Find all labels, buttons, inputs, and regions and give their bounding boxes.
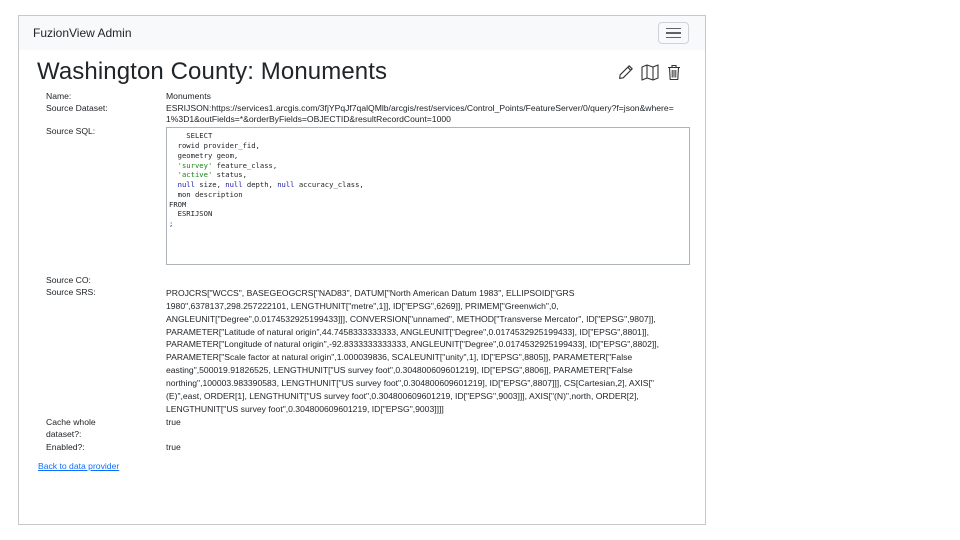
sql-string: 'survey': [177, 160, 213, 170]
field-name: Name: Monuments: [37, 91, 687, 103]
field-label: Enabled?:: [46, 442, 85, 453]
field-source-srs: Source SRS: PROJCRS["WCCS", BASEGEOGCRS[…: [37, 287, 687, 416]
title-row: Washington County: Monuments: [37, 56, 687, 88]
sql-line: geometry geom,: [169, 150, 239, 160]
field-value: [166, 275, 687, 287]
menu-line: [666, 32, 681, 34]
sql-code-editor[interactable]: SELECT rowid provider_fid, geometry geom…: [166, 127, 690, 266]
field-label: Source CO:: [46, 275, 91, 286]
detail-fields: Name: Monuments Source Dataset: ESRIJSON…: [37, 91, 690, 454]
sql-text: accuracy_class,: [294, 180, 364, 190]
menu-line: [666, 27, 681, 30]
admin-window: FuzionView Admin Washington County: Monu…: [18, 15, 706, 525]
sql-keyword: null: [225, 180, 243, 190]
action-icons: [617, 62, 687, 82]
sql-text: status,: [212, 170, 247, 180]
sql-line: ESRIJSON: [169, 209, 213, 219]
sql-line: mon description: [169, 189, 243, 199]
sql-keyword: null: [277, 180, 295, 190]
sql-text: feature_class,: [212, 160, 278, 170]
map-icon[interactable]: [641, 62, 659, 82]
field-source-sql: Source SQL: SELECT rowid provider_fid, g…: [37, 126, 690, 266]
sql-text: size,: [194, 180, 226, 190]
navbar-brand[interactable]: FuzionView Admin: [33, 26, 132, 40]
trash-icon[interactable]: [665, 62, 683, 82]
menu-line: [666, 36, 681, 39]
field-enabled: Enabled?: true: [37, 442, 687, 454]
field-label: Name:: [46, 91, 72, 101]
sql-keyword: null: [177, 180, 195, 190]
sql-container: SELECT rowid provider_fid, geometry geom…: [166, 126, 698, 266]
field-value: Monuments: [166, 91, 211, 101]
sql-line: ;: [169, 219, 174, 229]
field-source-dataset: Source Dataset: ESRIJSON:https://service…: [37, 103, 687, 126]
back-to-data-provider-link[interactable]: Back to data provider: [38, 461, 119, 471]
field-value: ESRIJSON:https://services1.arcgis.com/3f…: [166, 102, 674, 125]
sql-line: FROM: [169, 199, 187, 209]
field-value: true: [166, 442, 181, 453]
field-value: PROJCRS["WCCS", BASEGEOGCRS["NAD83", DAT…: [166, 287, 660, 414]
field-value: true: [166, 416, 181, 427]
pencil-icon[interactable]: [617, 62, 635, 82]
navbar-toggle-button[interactable]: [658, 22, 689, 44]
field-cache-dataset: Cache whole dataset?: true: [37, 417, 687, 440]
sql-line: rowid provider_fid,: [169, 140, 260, 150]
field-label: Source Dataset:: [46, 102, 108, 113]
field-label: Source SRS:: [46, 286, 96, 297]
page-title: Washington County: Monuments: [37, 58, 388, 85]
field-label: Cache whole dataset?:: [46, 416, 96, 439]
field-source-co: Source CO:: [37, 275, 687, 287]
field-label: Source SQL:: [46, 126, 96, 137]
sql-text: depth,: [242, 180, 278, 190]
navbar: FuzionView Admin: [19, 16, 705, 50]
sql-string: 'active': [177, 170, 213, 180]
main-content: Washington County: Monuments Name: Monum…: [19, 50, 705, 474]
sql-line: SELECT: [169, 131, 213, 141]
